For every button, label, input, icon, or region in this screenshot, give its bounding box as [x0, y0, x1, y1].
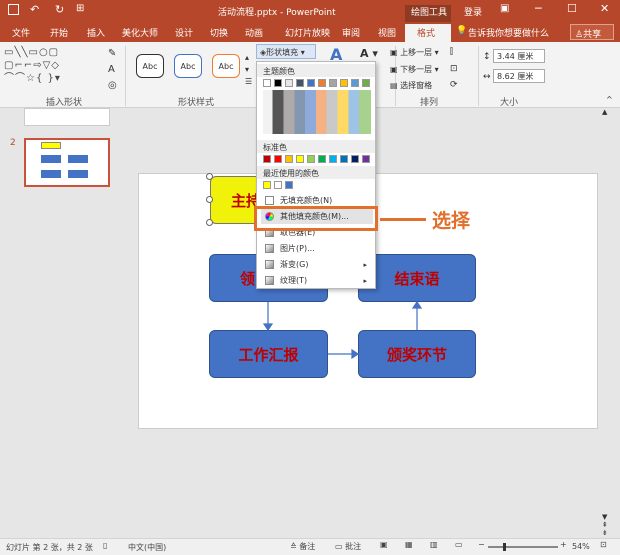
- standard-swatch[interactable]: [318, 155, 326, 163]
- theme-swatch[interactable]: [296, 79, 304, 87]
- theme-colors-heading: 主题颜色: [257, 64, 375, 77]
- normal-view-icon[interactable]: ▣: [380, 540, 388, 549]
- standard-swatch[interactable]: [340, 155, 348, 163]
- menu-item-label: 图片(P)...: [280, 244, 315, 253]
- theme-swatch[interactable]: [285, 79, 293, 87]
- slide-sorter-icon[interactable]: ▦: [405, 540, 413, 549]
- zoom-slider-thumb[interactable]: [503, 543, 506, 551]
- standard-swatch[interactable]: [263, 155, 271, 163]
- fit-slide-icon[interactable]: ⊡: [600, 540, 607, 549]
- submenu-arrow-icon: ▸: [363, 260, 367, 269]
- menu-item-gradient[interactable]: 渐变(G) ▸: [261, 257, 373, 272]
- menu-item-picture[interactable]: 图片(P)...: [261, 241, 373, 256]
- no-fill-icon: [265, 196, 274, 205]
- status-bar: 幻灯片 第 2 张，共 2 张 ▯ 中文(中国) ≙ 备注 ▭ 批注 ▣ ▦ ▥…: [0, 538, 620, 555]
- theme-swatch[interactable]: [340, 79, 348, 87]
- shape-fill-dropdown: 主题颜色 标准色 最近使用的颜色 无填充颜色(N) 其他填充颜色(M)... 取…: [256, 61, 376, 289]
- comments-label: 批注: [345, 542, 362, 551]
- menu-item-label: 纹理(T): [280, 276, 308, 285]
- theme-swatch[interactable]: [263, 79, 271, 87]
- comments-button[interactable]: ▭ 批注: [335, 541, 361, 552]
- standard-swatch[interactable]: [329, 155, 337, 163]
- menu-item-label: 无填充颜色(N): [280, 196, 333, 205]
- picture-icon: [265, 244, 274, 253]
- slide-info: 幻灯片 第 2 张，共 2 张: [6, 543, 93, 552]
- zoom-out-icon[interactable]: −: [478, 540, 485, 549]
- recent-swatch[interactable]: [263, 181, 271, 189]
- standard-swatch[interactable]: [274, 155, 282, 163]
- standard-swatch[interactable]: [307, 155, 315, 163]
- gradient-icon: [265, 260, 274, 269]
- notes-label: 备注: [299, 542, 316, 551]
- theme-swatch[interactable]: [307, 79, 315, 87]
- reading-view-icon[interactable]: ▥: [430, 540, 438, 549]
- spellcheck-icon[interactable]: ▯: [103, 541, 107, 550]
- standard-colors-heading: 标准色: [257, 140, 375, 153]
- standard-swatch[interactable]: [296, 155, 304, 163]
- menu-item-label: 渐变(G): [280, 260, 309, 269]
- theme-swatch[interactable]: [274, 79, 282, 87]
- menu-item-texture[interactable]: 纹理(T) ▸: [261, 273, 373, 288]
- recent-colors-heading: 最近使用的颜色: [257, 166, 375, 179]
- theme-color-grid[interactable]: [263, 79, 371, 137]
- slideshow-icon[interactable]: ▭: [455, 540, 463, 549]
- standard-swatch[interactable]: [362, 155, 370, 163]
- standard-swatch[interactable]: [351, 155, 359, 163]
- annotation-label: 选择: [432, 210, 471, 232]
- standard-swatch[interactable]: [285, 155, 293, 163]
- language-status[interactable]: 中文(中国): [128, 542, 166, 553]
- theme-swatch[interactable]: [329, 79, 337, 87]
- theme-swatch[interactable]: [318, 79, 326, 87]
- recent-swatch[interactable]: [285, 181, 293, 189]
- recent-swatch[interactable]: [274, 181, 282, 189]
- texture-icon: [265, 276, 274, 285]
- zoom-slider[interactable]: [488, 543, 558, 551]
- annotation-line: [380, 218, 426, 221]
- highlight-frame: [254, 206, 378, 231]
- zoom-in-icon[interactable]: +: [560, 540, 567, 549]
- theme-swatch[interactable]: [351, 79, 359, 87]
- submenu-arrow-icon: ▸: [363, 276, 367, 285]
- zoom-level[interactable]: 54%: [572, 542, 590, 551]
- theme-shades[interactable]: [263, 90, 371, 134]
- theme-swatch[interactable]: [362, 79, 370, 87]
- notes-button[interactable]: ≙ 备注: [290, 541, 315, 552]
